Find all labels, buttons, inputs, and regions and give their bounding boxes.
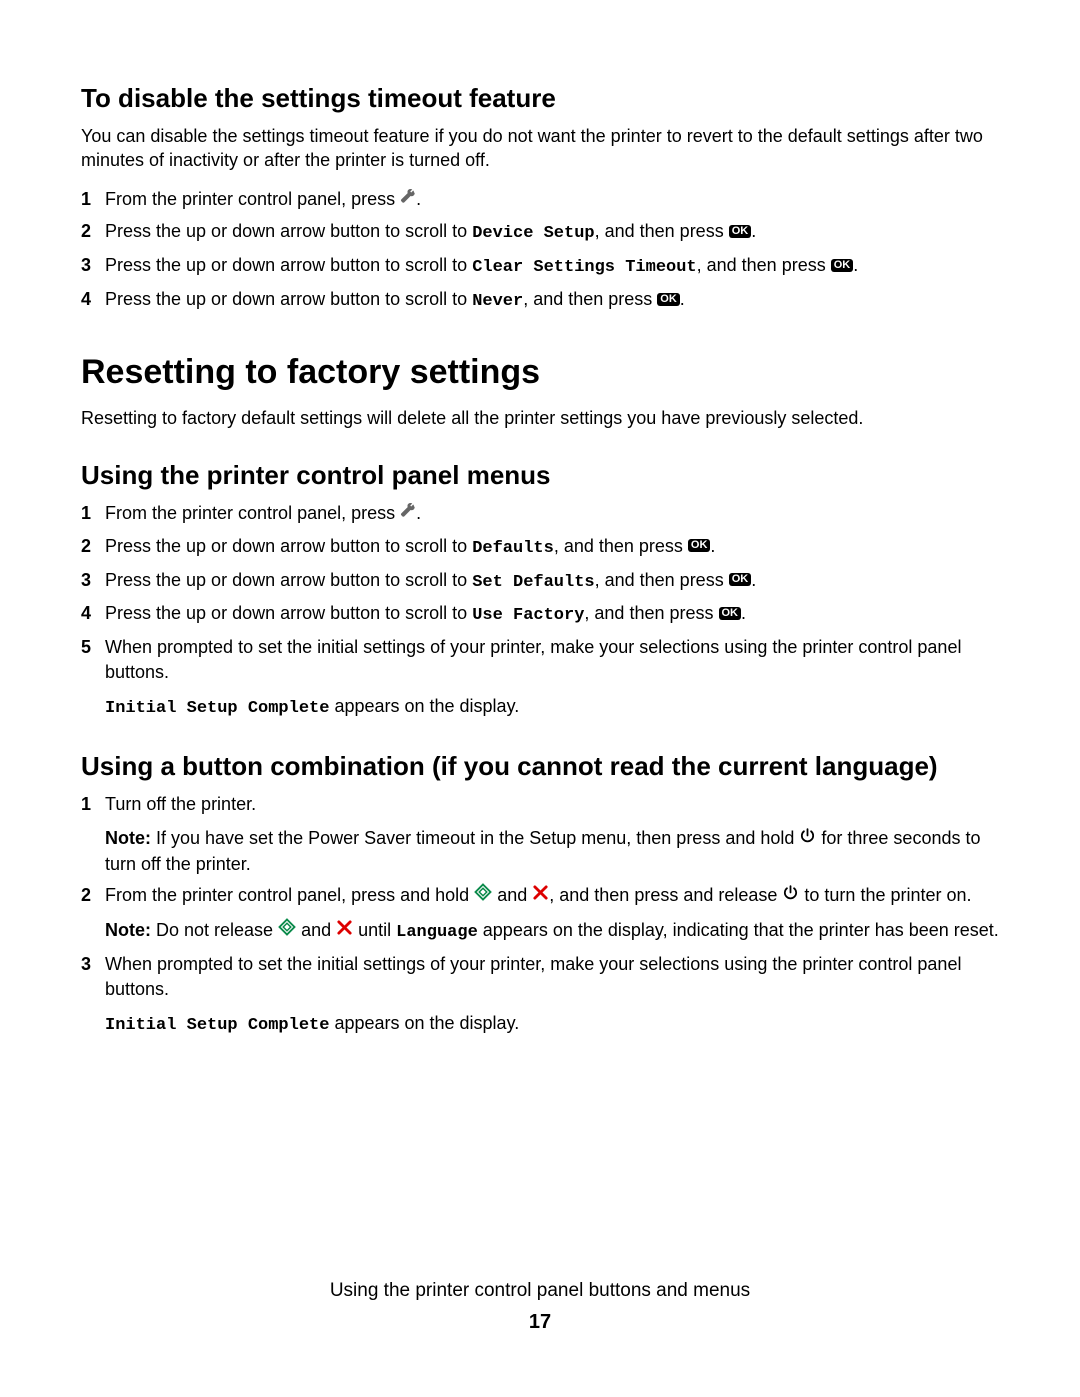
step-number: 3 [81, 568, 105, 592]
step-number: 1 [81, 501, 105, 525]
heading-disable-timeout: To disable the settings timeout feature [81, 81, 999, 116]
step-body: Press the up or down arrow button to scr… [105, 219, 999, 246]
power-icon [799, 826, 816, 850]
step-number: 4 [81, 601, 105, 625]
step-body: Press the up or down arrow button to scr… [105, 253, 999, 280]
step-body: Press the up or down arrow button to scr… [105, 568, 999, 595]
step-body: Press the up or down arrow button to scr… [105, 601, 999, 628]
step-number: 2 [81, 883, 105, 907]
step-body: Press the up or down arrow button to scr… [105, 534, 999, 561]
diamond-icon [474, 883, 492, 907]
step-body: Turn off the printer. Note: If you have … [105, 792, 999, 876]
wrench-icon [400, 501, 416, 525]
ok-icon: OK [729, 573, 752, 586]
ok-icon: OK [719, 607, 742, 620]
steps-button-combination: 1 Turn off the printer. Note: If you hav… [81, 792, 999, 1038]
x-icon [532, 883, 549, 907]
step-number: 3 [81, 253, 105, 277]
step-number: 1 [81, 792, 105, 816]
page-footer: Using the printer control panel buttons … [81, 1278, 999, 1337]
wrench-icon [400, 187, 416, 211]
ok-icon: OK [831, 259, 854, 272]
step-number: 4 [81, 287, 105, 311]
step-body: Press the up or down arrow button to scr… [105, 287, 999, 314]
step-body: From the printer control panel, press . [105, 501, 999, 526]
footer-title: Using the printer control panel buttons … [81, 1278, 999, 1304]
step-number: 2 [81, 219, 105, 243]
heading-control-panel-menus: Using the printer control panel menus [81, 458, 999, 493]
heading-button-combination: Using a button combination (if you canno… [81, 749, 999, 784]
step-number: 2 [81, 534, 105, 558]
power-icon [782, 883, 799, 907]
ok-icon: OK [657, 293, 680, 306]
ok-icon: OK [729, 225, 752, 238]
heading-factory-reset: Resetting to factory settings [81, 350, 999, 396]
step-body: From the printer control panel, press an… [105, 883, 999, 945]
step-number: 3 [81, 952, 105, 976]
steps-disable-timeout: 1 From the printer control panel, press … [81, 187, 999, 314]
step-number: 1 [81, 187, 105, 211]
page-number: 17 [81, 1309, 999, 1336]
ok-icon: OK [688, 539, 711, 552]
intro-factory-reset: Resetting to factory default settings wi… [81, 406, 999, 430]
step-number: 5 [81, 635, 105, 659]
step-body: When prompted to set the initial setting… [105, 952, 999, 1038]
intro-disable-timeout: You can disable the settings timeout fea… [81, 124, 999, 173]
steps-control-panel-menus: 1 From the printer control panel, press … [81, 501, 999, 721]
x-icon [336, 918, 353, 942]
step-body: When prompted to set the initial setting… [105, 635, 999, 721]
diamond-icon [278, 918, 296, 942]
step-body: From the printer control panel, press . [105, 187, 999, 212]
